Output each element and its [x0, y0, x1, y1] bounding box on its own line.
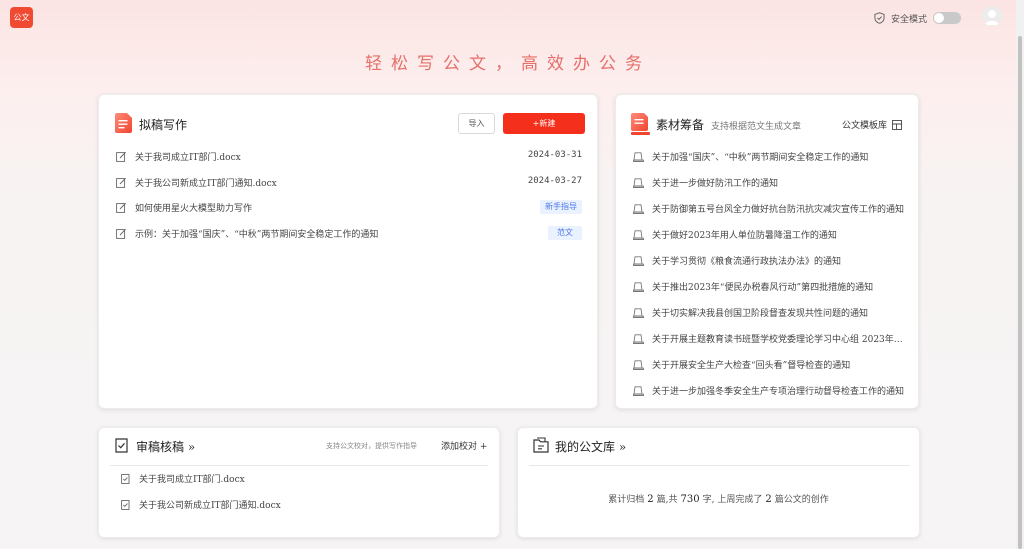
grid-icon	[892, 119, 902, 130]
materials-subtitle: 支持根据范文生成文章	[711, 122, 802, 132]
file-stack-icon	[633, 308, 644, 318]
review-item[interactable]: 关于我司成立IT部门.docx	[121, 472, 481, 486]
material-item[interactable]: 关于防御第五号台风全力做好抗台防汛抗灾减灾宣传工作的通知	[633, 202, 908, 216]
material-item-title: 关于推出2023年“便民办税春风行动”第四批措施的通知	[652, 283, 874, 293]
draft-item-title: 示例：关于加强“国庆”、“中秋”两节期间安全稳定工作的通知	[135, 230, 379, 240]
draft-item[interactable]: 如何使用星火大模型助力写作 新手指导	[116, 200, 584, 216]
scrollbar-thumb[interactable]	[1018, 36, 1022, 549]
draft-item[interactable]: 关于我司成立IT部门.docx 2024-03-31	[116, 149, 584, 165]
new-draft-button[interactable]: +新建	[503, 113, 585, 134]
word-count: 730	[680, 494, 700, 505]
check-document-icon	[121, 500, 130, 510]
review-subtitle: 支持公文校对，提供写作指导	[326, 442, 417, 450]
file-stack-icon	[633, 204, 644, 214]
page-slogan: 轻松写公文，高效办公务	[365, 54, 651, 74]
document-red-icon	[115, 113, 132, 133]
top-bar: 公文 安全模式	[0, 0, 1016, 36]
draft-item-date: 2024-03-27	[527, 176, 582, 186]
review-item-title: 关于我司成立IT部门.docx	[139, 475, 245, 485]
stats-prefix: 累计归档	[608, 495, 645, 505]
review-item[interactable]: 关于我公司新成立IT部门通知.docx	[121, 498, 481, 512]
file-stack-icon	[633, 152, 644, 162]
app-logo[interactable]: 公文	[10, 7, 33, 28]
material-item[interactable]: 关于进一步做好防汛工作的通知	[633, 176, 908, 190]
toggle-knob	[934, 13, 945, 23]
material-item[interactable]: 关于推出2023年“便民办税春风行动”第四批措施的通知	[633, 280, 908, 294]
edit-document-icon	[116, 177, 126, 188]
file-stack-icon	[633, 256, 644, 266]
draft-item-title: 关于我公司新成立IT部门通知.docx	[135, 179, 277, 189]
material-item[interactable]: 关于开展主题教育读书班暨学校党委理论学习中心组 2023年学习的通知	[633, 332, 908, 346]
file-stack-icon	[633, 334, 644, 344]
material-item[interactable]: 关于切实解决我县创国卫阶段督查发现共性问题的通知	[633, 306, 908, 320]
sample-tag: 范文	[548, 226, 582, 240]
page-scrollbar[interactable]	[1016, 0, 1024, 549]
draft-item-title: 如何使用星火大模型助力写作	[135, 204, 253, 214]
material-item-title: 关于做好2023年用人单位防暑降温工作的通知	[652, 231, 837, 241]
material-item[interactable]: 关于做好2023年用人单位防暑降温工作的通知	[633, 228, 908, 242]
divider	[110, 465, 488, 466]
user-icon	[984, 10, 1000, 25]
checklist-icon	[115, 438, 128, 453]
file-stack-icon	[633, 386, 644, 396]
draft-item[interactable]: 关于我公司新成立IT部门通知.docx 2024-03-27	[116, 175, 584, 191]
guide-tag: 新手指导	[540, 200, 582, 214]
template-library-label: 公文模板库	[842, 121, 888, 131]
stats-mid1: 篇,共	[656, 495, 678, 505]
material-item-title: 关于开展安全生产大检查“回头看”督导检查的通知	[652, 361, 851, 371]
review-item-title: 关于我公司新成立IT部门通知.docx	[139, 501, 281, 511]
shield-icon	[874, 12, 885, 24]
doc-count: 2	[647, 494, 654, 505]
material-item-title: 关于学习贯彻《粮食流通行政执法办法》的通知	[652, 257, 842, 267]
library-title[interactable]: 我的公文库 »	[555, 438, 626, 455]
template-library-link[interactable]: 公文模板库	[842, 118, 902, 131]
safe-mode-label: 安全模式	[891, 14, 928, 25]
folder-docs-icon	[631, 113, 650, 135]
import-button[interactable]: 导入	[458, 113, 495, 134]
check-document-icon	[121, 474, 130, 484]
edit-document-icon	[116, 228, 126, 239]
material-item-title: 关于进一步加强冬季安全生产专项治理行动督导检查工作的通知	[652, 387, 904, 397]
edit-document-icon	[116, 151, 126, 162]
file-stack-icon	[633, 360, 644, 370]
review-card: 审稿核稿 » 支持公文校对，提供写作指导 添加校对 + 关于我司成立IT部门.d…	[98, 427, 500, 538]
draft-item-date: 2024-03-31	[527, 150, 582, 160]
draft-item-title: 关于我司成立IT部门.docx	[135, 153, 241, 163]
safe-mode-control: 安全模式	[874, 10, 962, 26]
material-item[interactable]: 关于进一步加强冬季安全生产专项治理行动督导检查工作的通知	[633, 384, 908, 398]
stats-suffix: 篇公文的创作	[774, 495, 829, 505]
drafting-title: 拟稿写作	[139, 118, 188, 132]
safe-mode-toggle[interactable]	[933, 12, 962, 24]
draft-item[interactable]: 示例：关于加强“国庆”、“中秋”两节期间安全稳定工作的通知 范文	[116, 226, 584, 242]
file-stack-icon	[633, 178, 644, 188]
edit-document-icon	[116, 202, 126, 213]
material-item-title: 关于防御第五号台风全力做好抗台防汛抗灾减灾宣传工作的通知	[652, 205, 904, 215]
divider	[529, 465, 910, 466]
file-stack-icon	[633, 282, 644, 292]
materials-card: 素材筹备 支持根据范文生成文章 公文模板库 关于加强“国庆”、“中秋”两节期间安…	[615, 94, 919, 409]
material-item-title: 关于进一步做好防汛工作的通知	[652, 179, 779, 189]
add-proofread-button[interactable]: 添加校对 +	[441, 439, 487, 452]
material-item[interactable]: 关于加强“国庆”、“中秋”两节期间安全稳定工作的通知	[633, 150, 908, 164]
library-stats: 累计归档 2 篇,共 730 字, 上周完成了 2 篇公文的创作	[518, 492, 919, 505]
materials-title: 素材筹备	[656, 118, 705, 132]
material-item-title: 关于切实解决我县创国卫阶段督查发现共性问题的通知	[652, 309, 869, 319]
library-card: 我的公文库 » 累计归档 2 篇,共 730 字, 上周完成了 2 篇公文的创作	[517, 427, 920, 538]
material-item[interactable]: 关于学习贯彻《粮食流通行政执法办法》的通知	[633, 254, 908, 268]
file-stack-icon	[633, 230, 644, 240]
material-item[interactable]: 关于开展安全生产大检查“回头看”督导检查的通知	[633, 358, 908, 372]
review-title[interactable]: 审稿核稿 »	[136, 438, 195, 455]
stats-mid2: 字, 上周完成了	[702, 495, 763, 505]
material-item-title: 关于加强“国庆”、“中秋”两节期间安全稳定工作的通知	[652, 153, 869, 163]
material-item-title: 关于开展主题教育读书班暨学校党委理论学习中心组 2023年学习的通知	[652, 335, 904, 345]
drafting-card: 拟稿写作 导入 +新建 关于我司成立IT部门.docx 2024-03-31 关…	[98, 94, 598, 409]
week-count: 2	[765, 494, 772, 505]
user-avatar[interactable]	[982, 6, 1002, 26]
archive-folder-icon	[533, 437, 549, 453]
